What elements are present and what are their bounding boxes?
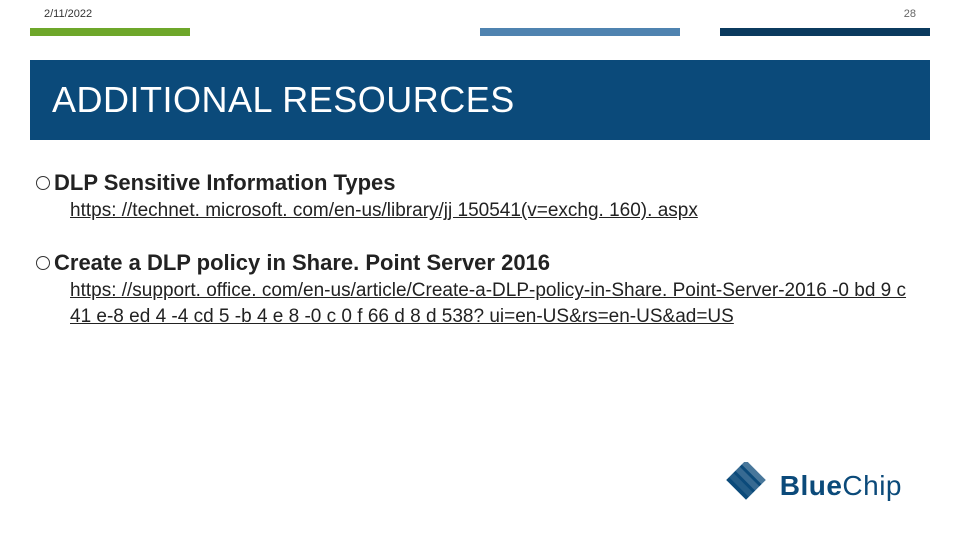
ring-bullet-icon (36, 176, 50, 190)
content-area: DLP Sensitive Information Types https: /… (36, 170, 916, 356)
rule-green (30, 28, 190, 36)
rule-blue (480, 28, 680, 36)
page-number: 28 (904, 8, 916, 20)
slide-title: ADDITIONAL RESOURCES (30, 79, 515, 121)
accent-rule (30, 28, 930, 36)
rule-gap2 (680, 28, 720, 36)
date-label: 2/11/2022 (44, 8, 92, 20)
resource-title: DLP Sensitive Information Types (36, 170, 916, 196)
title-bar: ADDITIONAL RESOURCES (30, 60, 930, 140)
resource-title: Create a DLP policy in Share. Point Serv… (36, 250, 916, 276)
brand-name-1: Blue (780, 470, 843, 501)
slide: 2/11/2022 28 ADDITIONAL RESOURCES DLP Se… (0, 0, 960, 540)
brand-name-2: Chip (842, 470, 902, 501)
brand-name: BlueChip (780, 470, 902, 502)
resource-link[interactable]: https: //support. office. com/en-us/arti… (70, 278, 916, 329)
resource-link[interactable]: https: //technet. microsoft. com/en-us/l… (70, 198, 916, 224)
resource-title-text: Create a DLP policy in Share. Point Serv… (54, 250, 550, 275)
logo-mark-icon (722, 462, 770, 510)
rule-gap1 (190, 28, 480, 36)
ring-bullet-icon (36, 256, 50, 270)
resource-title-text: DLP Sensitive Information Types (54, 170, 395, 195)
resource-item: DLP Sensitive Information Types https: /… (36, 170, 916, 224)
brand-logo: BlueChip (722, 462, 902, 510)
rule-navy (720, 28, 930, 36)
resource-item: Create a DLP policy in Share. Point Serv… (36, 250, 916, 330)
